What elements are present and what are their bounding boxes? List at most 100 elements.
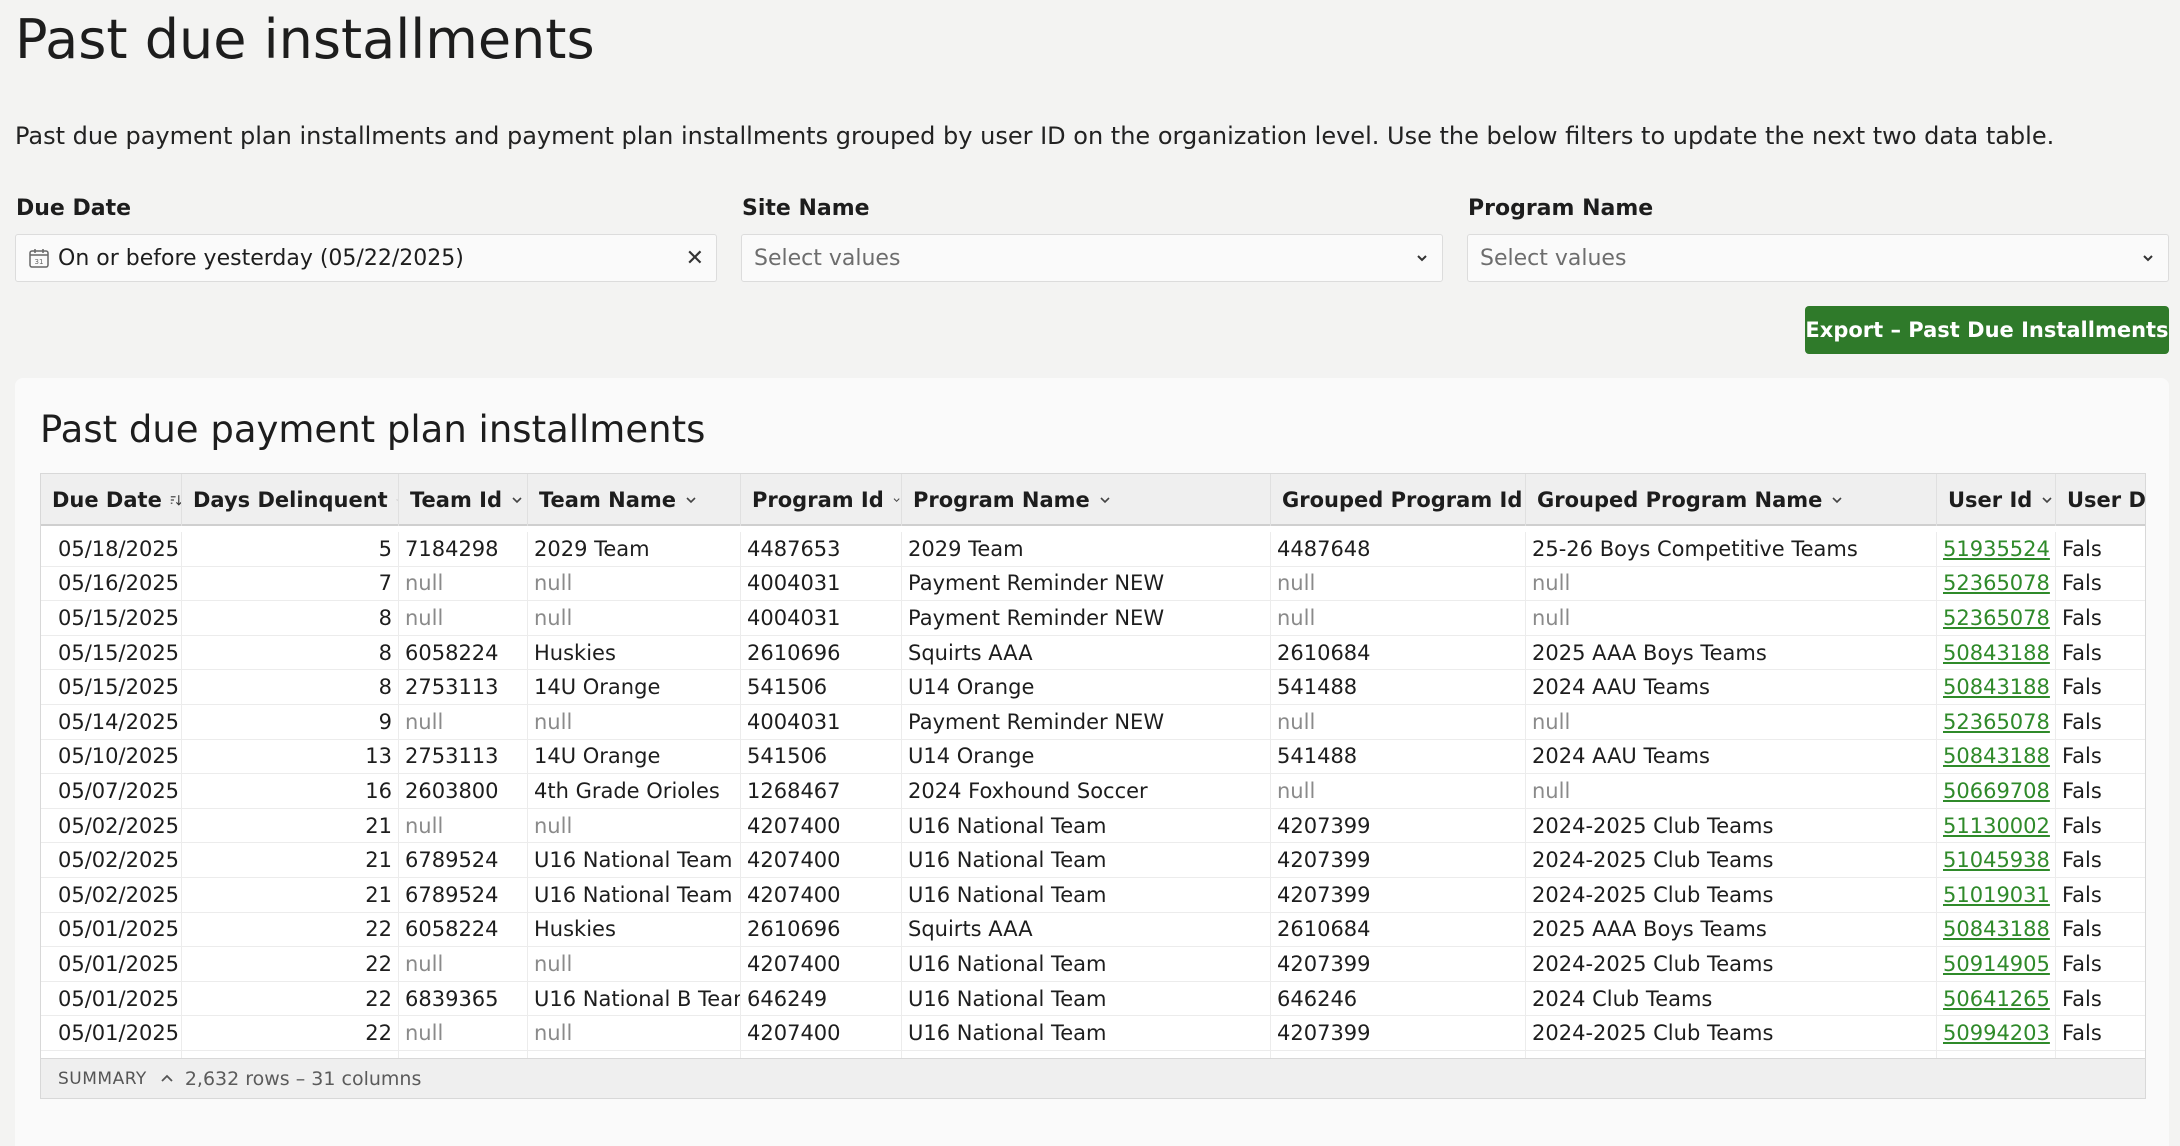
column-header[interactable]: Due Date — [41, 474, 182, 526]
table-cell: null — [399, 704, 528, 739]
user-id-link[interactable]: 50641265 — [1943, 987, 2050, 1011]
table-cell-value: null — [1277, 709, 1316, 734]
chevron-down-icon[interactable] — [684, 493, 698, 507]
chevron-down-icon[interactable] — [396, 493, 398, 507]
due-date-filter[interactable]: 31 On or before yesterday (05/22/2025) ✕ — [15, 234, 717, 282]
chevron-down-icon[interactable] — [1098, 493, 1112, 507]
table-cell[interactable]: 50843188 — [1937, 670, 2056, 704]
table-cell: U16 National Team — [902, 947, 1271, 981]
column-header[interactable]: Grouped Program Name — [1526, 474, 1937, 526]
table-cell-value: 4207399 — [1277, 1021, 1371, 1046]
table-cell[interactable]: 50994203 — [1937, 1016, 2056, 1050]
table-cell[interactable]: 51130002 — [1937, 808, 2056, 843]
table-cell: 05/01/2025 — [41, 1016, 182, 1050]
table-row[interactable]: 05/01/2025 22 null null 4207400 U16 National … — [41, 947, 2145, 982]
table-row[interactable]: 05/01/2025 22 6058224 Huskies 2610696 Squirts… — [41, 912, 2145, 948]
column-header-label: Due Date — [52, 488, 162, 512]
user-id-link[interactable]: 52365078 — [1943, 571, 2050, 595]
table-row[interactable]: 05/15/2025 8 6058224 Huskies 2610696 Squirts … — [41, 635, 2145, 671]
column-header[interactable]: Team Name — [528, 474, 741, 526]
table-row[interactable]: 05/14/2025 9 null null 4004031 Payment Remind… — [41, 704, 2145, 740]
user-id-link[interactable]: 50914905 — [1943, 952, 2050, 976]
chevron-down-icon[interactable] — [892, 493, 901, 507]
data-table[interactable]: Due Date Days Delinquent Team Id Team Name P… — [40, 473, 2146, 1099]
table-cell-value: 22 — [365, 917, 392, 942]
table-cell[interactable]: 52365078 — [1937, 566, 2056, 601]
table-cell[interactable]: 50914905 — [1937, 947, 2056, 981]
site-name-placeholder: Select values — [754, 245, 901, 271]
table-cell[interactable]: 52365078 — [1937, 601, 2056, 635]
sort-desc-icon[interactable] — [170, 493, 181, 507]
table-cell-value: 05/02/2025 — [58, 882, 180, 907]
table-cell[interactable]: 50843188 — [1937, 635, 2056, 670]
table-row[interactable]: 05/01/2025 22 null null 4207400 U16 National … — [41, 1016, 2145, 1051]
table-cell[interactable]: 51935524 — [1937, 532, 2056, 566]
table-cell[interactable]: 50843188 — [1937, 739, 2056, 774]
table-cell: 6789524 — [399, 843, 528, 877]
table-cell-value: 646249 — [747, 986, 828, 1011]
table-row[interactable]: 05/02/2025 21 6789524 U16 National Team 4207… — [41, 843, 2145, 878]
table-cell[interactable]: 50669708 — [1937, 774, 2056, 808]
user-id-link[interactable]: 52365078 — [1943, 710, 2050, 734]
table-cell-value: Fals — [2062, 536, 2102, 561]
table-body[interactable]: 05/18/2025 5 7184298 2029 Team 4487653 2029 T… — [41, 532, 2145, 1086]
program-name-select[interactable]: Select values — [1467, 234, 2169, 282]
user-id-link[interactable]: 50843188 — [1943, 917, 2050, 941]
clear-icon[interactable]: ✕ — [686, 246, 704, 271]
caret-up-icon[interactable] — [159, 1071, 175, 1087]
table-cell[interactable]: 51019031 — [1937, 877, 2056, 912]
table-row[interactable]: 05/01/2025 22 6839365 U16 National B Team 64… — [41, 981, 2145, 1017]
table-row[interactable]: 05/02/2025 21 null null 4207400 U16 National … — [41, 808, 2145, 844]
table-cell: 21 — [182, 843, 399, 877]
table-cell: 05/01/2025 — [41, 947, 182, 981]
user-id-link[interactable]: 51935524 — [1943, 537, 2050, 561]
column-header[interactable]: Program Name — [902, 474, 1271, 526]
table-cell-value: 541506 — [747, 744, 828, 769]
table-cell-value: 25-26 Boys Competitive Teams — [1532, 536, 1858, 561]
chevron-down-icon[interactable] — [510, 493, 524, 507]
table-cell: null — [399, 601, 528, 635]
table-row[interactable]: 05/16/2025 7 null null 4004031 Payment Remind… — [41, 566, 2145, 602]
user-id-link[interactable]: 50669708 — [1943, 779, 2050, 803]
user-id-link[interactable]: 52365078 — [1943, 606, 2050, 630]
table-row[interactable]: 05/10/2025 13 2753113 14U Orange 541506 U14 O… — [41, 739, 2145, 775]
table-cell[interactable]: 51045938 — [1937, 843, 2056, 877]
user-id-link[interactable]: 51130002 — [1943, 814, 2050, 838]
table-row[interactable]: 05/07/2025 16 2603800 4th Grade Orioles 1268… — [41, 774, 2145, 809]
user-id-link[interactable]: 50843188 — [1943, 675, 2050, 699]
table-cell: 16 — [182, 774, 399, 808]
user-id-link[interactable]: 51045938 — [1943, 848, 2050, 872]
column-header[interactable]: Grouped Program Id — [1271, 474, 1526, 526]
table-cell: 2603800 — [399, 774, 528, 808]
chevron-down-icon — [2143, 255, 2153, 262]
site-name-select[interactable]: Select values — [741, 234, 1443, 282]
column-header[interactable]: Program Id — [741, 474, 902, 526]
table-cell-value: 05/07/2025 — [58, 778, 180, 803]
export-past-due-button[interactable]: Export – Past Due Installments — [1805, 306, 2169, 354]
column-header[interactable]: User Del — [2056, 474, 2145, 526]
user-id-link[interactable]: 50843188 — [1943, 641, 2050, 665]
table-cell: null — [1526, 601, 1937, 635]
table-row[interactable]: 05/15/2025 8 2753113 14U Orange 541506 U14 Or… — [41, 670, 2145, 705]
user-id-link[interactable]: 51019031 — [1943, 883, 2050, 907]
user-id-link[interactable]: 50994203 — [1943, 1021, 2050, 1045]
table-cell: null — [1271, 601, 1526, 635]
table-row[interactable]: 05/15/2025 8 null null 4004031 Payment Remind… — [41, 601, 2145, 636]
table-summary[interactable]: SUMMARY 2,632 rows – 31 columns — [41, 1058, 2145, 1098]
table-cell: 2024-2025 Club Teams — [1526, 843, 1937, 877]
table-cell[interactable]: 50641265 — [1937, 981, 2056, 1016]
table-row[interactable]: 05/02/2025 21 6789524 U16 National Team 4207… — [41, 877, 2145, 913]
column-header[interactable]: Days Delinquent — [182, 474, 399, 526]
table-cell-value: 4th Grade Orioles — [534, 778, 720, 803]
column-header[interactable]: User Id — [1937, 474, 2056, 526]
table-cell-value: 4004031 — [747, 709, 841, 734]
table-cell[interactable]: 50843188 — [1937, 912, 2056, 947]
chevron-down-icon[interactable] — [2040, 493, 2054, 507]
table-cell[interactable]: 52365078 — [1937, 704, 2056, 739]
chevron-down-icon[interactable] — [1830, 493, 1844, 507]
table-row[interactable]: 05/18/2025 5 7184298 2029 Team 4487653 2029 T… — [41, 532, 2145, 567]
table-cell-value: 4207400 — [747, 1021, 841, 1046]
user-id-link[interactable]: 50843188 — [1943, 744, 2050, 768]
table-cell: 7184298 — [399, 532, 528, 566]
column-header[interactable]: Team Id — [399, 474, 528, 526]
